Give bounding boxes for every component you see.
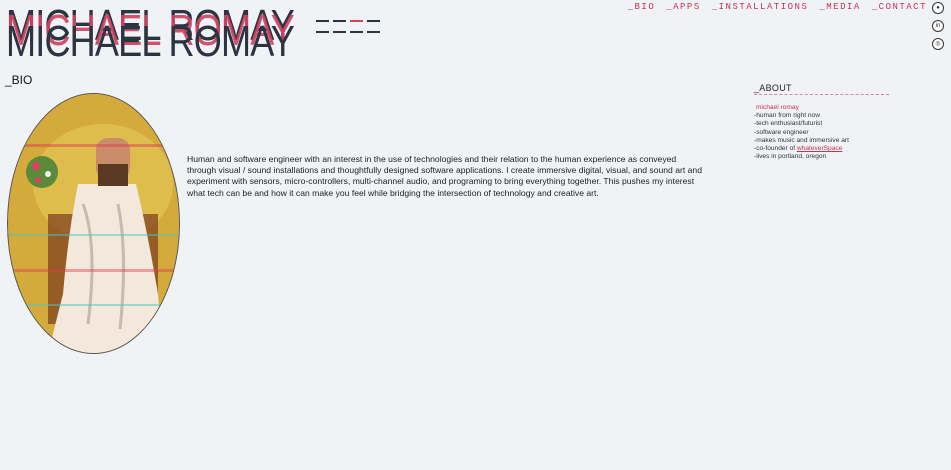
- whateverspace-link[interactable]: whateverSpace: [797, 145, 842, 152]
- about-item: -software engineer: [754, 128, 809, 136]
- main-nav: _BIO _APPS _INSTALLATIONS _MEDIA _CONTAC…: [628, 2, 927, 12]
- bio-paragraph: Human and software engineer with an inte…: [187, 153, 702, 198]
- nav-link-apps[interactable]: _APPS: [666, 2, 701, 12]
- about-name: michael romay: [756, 104, 799, 111]
- github-icon[interactable]: ●: [932, 2, 944, 14]
- nav-link-media[interactable]: _MEDIA: [819, 2, 860, 12]
- about-panel: _ABOUT michael romay -human from right n…: [754, 83, 889, 161]
- nav-link-contact[interactable]: _CONTACT: [872, 2, 927, 12]
- social-links: ● in ◎: [932, 2, 944, 50]
- profile-photo: [7, 93, 180, 354]
- instagram-icon[interactable]: ◎: [932, 38, 944, 50]
- about-item-location: -lives in portland, oregon: [754, 153, 827, 161]
- site-logo[interactable]: MICHAEL ROMAY MICHAEL ROMAY MICHAEL ROMA…: [6, 0, 386, 64]
- about-item: -tech enthusiast/futurist: [754, 120, 823, 128]
- page-title: _BIO: [5, 73, 33, 87]
- cofounder-prefix: -co-founder of: [754, 145, 797, 153]
- nav-link-installations[interactable]: _INSTALLATIONS: [712, 2, 809, 12]
- about-item: -human from right now: [754, 112, 820, 120]
- about-title: _ABOUT: [754, 83, 889, 95]
- linkedin-icon[interactable]: in: [932, 20, 944, 32]
- about-item-cofounder: -co-founder of whateverSpace: [754, 145, 889, 153]
- about-item: -makes music and immersive art: [754, 136, 849, 144]
- logo-dashes: [316, 20, 380, 42]
- about-list: michael romay -human from right now -tec…: [754, 104, 889, 161]
- logo-text-shadow-layer: MICHAEL ROMAY: [6, 17, 295, 66]
- nav-link-bio[interactable]: _BIO: [628, 2, 656, 12]
